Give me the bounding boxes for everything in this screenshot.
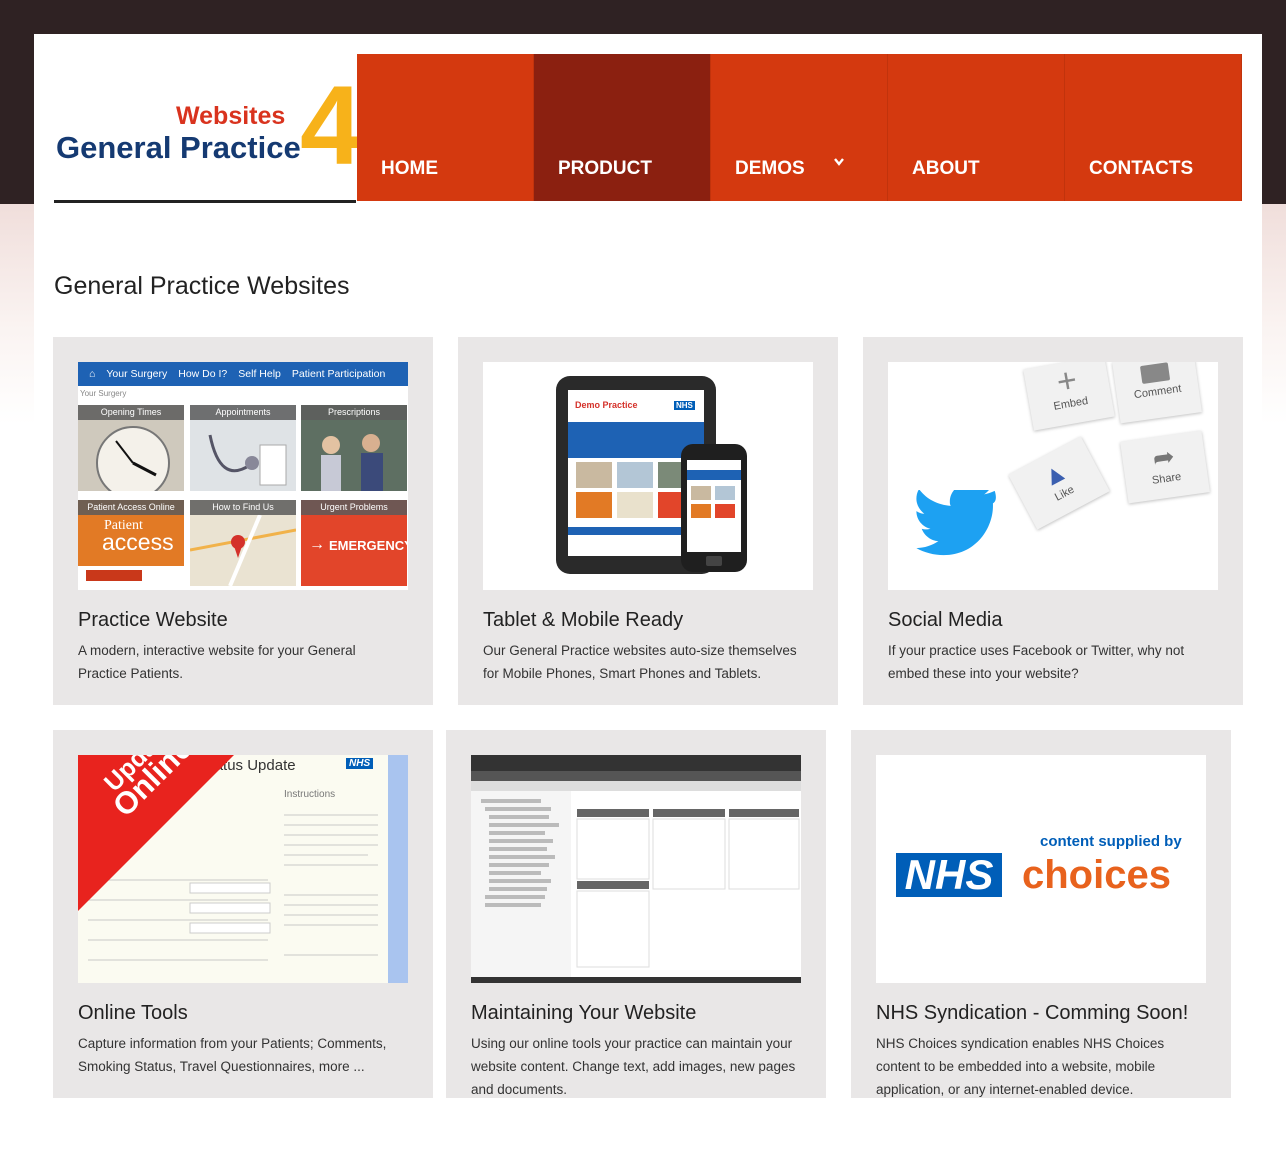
content-supplied-label: content supplied by bbox=[1040, 833, 1182, 850]
card-title: Social Media bbox=[888, 609, 1003, 631]
card-maintaining-website[interactable]: Maintaining Your Website Using our onlin… bbox=[446, 730, 826, 1098]
logo-four: 4 bbox=[300, 63, 363, 188]
thumb-nav-item: Patient Participation bbox=[291, 368, 386, 380]
demo-practice-label: Demo Practice bbox=[575, 400, 638, 410]
card-title: Practice Website bbox=[78, 609, 228, 631]
access-signin-button bbox=[86, 570, 142, 581]
nav-product-label: PRODUCT bbox=[558, 158, 652, 179]
card-text: If your practice uses Facebook or Twitte… bbox=[888, 643, 1185, 681]
tile-opening-times: Opening Times bbox=[78, 405, 184, 500]
emergency-label: EMERGENCY bbox=[329, 538, 408, 553]
comment-icon bbox=[1139, 362, 1171, 384]
card-text: Our General Practice websites auto-size … bbox=[483, 643, 797, 681]
card-social-media[interactable]: + Embed Comment ▲ Like ➦ Share Social Me… bbox=[863, 337, 1243, 705]
thumb-breadcrumb: Your Surgery bbox=[80, 389, 127, 398]
tile-prescriptions: Prescriptions bbox=[301, 405, 407, 491]
nav-contacts-label: CONTACTS bbox=[1089, 158, 1194, 179]
card-title: Online Tools bbox=[78, 1002, 188, 1024]
twitter-bird-icon bbox=[916, 490, 996, 556]
tablet-mobile-thumbnail[interactable]: Demo Practice NHS bbox=[483, 362, 813, 590]
card-title: NHS Syndication - Comming Soon! bbox=[876, 1002, 1189, 1024]
card-title: Maintaining Your Website bbox=[471, 1002, 697, 1024]
nav-home[interactable]: HOME bbox=[357, 54, 534, 201]
card-practice-website[interactable]: ⌂ Your Surgery How Do I? Self Help Patie… bbox=[53, 337, 433, 705]
tile-caption: Opening Times bbox=[78, 405, 184, 420]
card-text: A modern, interactive website for your G… bbox=[78, 643, 356, 681]
nav-demos[interactable]: DEMOS bbox=[711, 54, 888, 201]
card-online-tools[interactable]: Smoking Status Update NHS Instructions U… bbox=[53, 730, 433, 1098]
nhs-logo: NHS bbox=[896, 853, 1002, 897]
nav-product[interactable]: PRODUCT bbox=[534, 54, 711, 201]
thumb-nav-bar: ⌂ Your Surgery How Do I? Self Help Patie… bbox=[78, 362, 408, 386]
chevron-down-icon[interactable] bbox=[833, 154, 845, 172]
tile-caption: Appointments bbox=[190, 405, 296, 420]
nav-demos-label: DEMOS bbox=[735, 158, 805, 179]
logo-general-practice: General Practice bbox=[56, 130, 301, 165]
comment-label: Comment bbox=[1133, 382, 1183, 402]
cms-screenshot bbox=[471, 755, 801, 983]
nhs-badge: NHS bbox=[674, 401, 695, 410]
tile-caption: Urgent Problems bbox=[301, 500, 407, 515]
like-key: ▲ Like bbox=[1008, 436, 1110, 530]
tile-appointments: Appointments bbox=[190, 405, 296, 491]
social-media-thumbnail[interactable]: + Embed Comment ▲ Like ➦ Share bbox=[888, 362, 1218, 590]
logo-websites: Websites bbox=[176, 102, 286, 130]
nav-about[interactable]: ABOUT bbox=[888, 54, 1065, 201]
online-tools-thumbnail[interactable]: Smoking Status Update NHS Instructions U… bbox=[78, 755, 408, 983]
embed-key: + Embed bbox=[1023, 362, 1115, 431]
tile-caption: Patient Access Online bbox=[78, 500, 184, 515]
nav-home-label: HOME bbox=[381, 158, 438, 179]
tile-patient-access: Patient Access Online Patient access bbox=[78, 500, 184, 586]
nav-about-label: ABOUT bbox=[912, 158, 980, 179]
site-logo[interactable]: 4 Websites General Practice bbox=[54, 34, 362, 203]
choices-logo: choices bbox=[1022, 853, 1171, 897]
card-nhs-syndication[interactable]: content supplied by NHS choices NHS Synd… bbox=[851, 730, 1231, 1098]
nhs-choices-thumbnail[interactable]: content supplied by NHS choices bbox=[876, 755, 1206, 983]
comment-key: Comment bbox=[1112, 362, 1202, 424]
home-icon: ⌂ bbox=[89, 368, 96, 380]
card-text: Capture information from your Patients; … bbox=[78, 1036, 387, 1074]
thumb-nav-item: How Do I? bbox=[178, 368, 228, 380]
arrow-right-icon: → bbox=[309, 536, 325, 553]
practice-website-thumbnail[interactable]: ⌂ Your Surgery How Do I? Self Help Patie… bbox=[78, 362, 408, 590]
card-text: NHS Choices syndication enables NHS Choi… bbox=[876, 1036, 1165, 1097]
share-key: ➦ Share bbox=[1120, 430, 1210, 504]
tile-how-to-find-us: How to Find Us bbox=[189, 500, 297, 587]
tile-caption: How to Find Us bbox=[190, 500, 296, 515]
nav-contacts[interactable]: CONTACTS bbox=[1065, 54, 1242, 201]
tile-urgent-problems: Urgent Problems → EMERGENCY bbox=[301, 500, 408, 586]
card-tablet-mobile[interactable]: Demo Practice NHS Tablet & Mobile Ready … bbox=[458, 337, 838, 705]
thumb-nav-item: Self Help bbox=[238, 368, 281, 380]
main-nav: HOME PRODUCT DEMOS ABOUT CONTACTS bbox=[357, 54, 1244, 201]
card-text: Using our online tools your practice can… bbox=[471, 1036, 796, 1097]
thumb-nav-item: Your Surgery bbox=[106, 368, 168, 380]
access-label: access bbox=[102, 529, 174, 555]
page-container: 4 Websites General Practice HOME PRODUCT… bbox=[34, 34, 1262, 1140]
maintaining-website-thumbnail[interactable] bbox=[471, 755, 801, 983]
tablet-phone-illustration bbox=[556, 376, 747, 574]
card-title: Tablet & Mobile Ready bbox=[483, 609, 684, 631]
page-title: General Practice Websites bbox=[54, 272, 350, 300]
tile-caption: Prescriptions bbox=[301, 405, 407, 420]
